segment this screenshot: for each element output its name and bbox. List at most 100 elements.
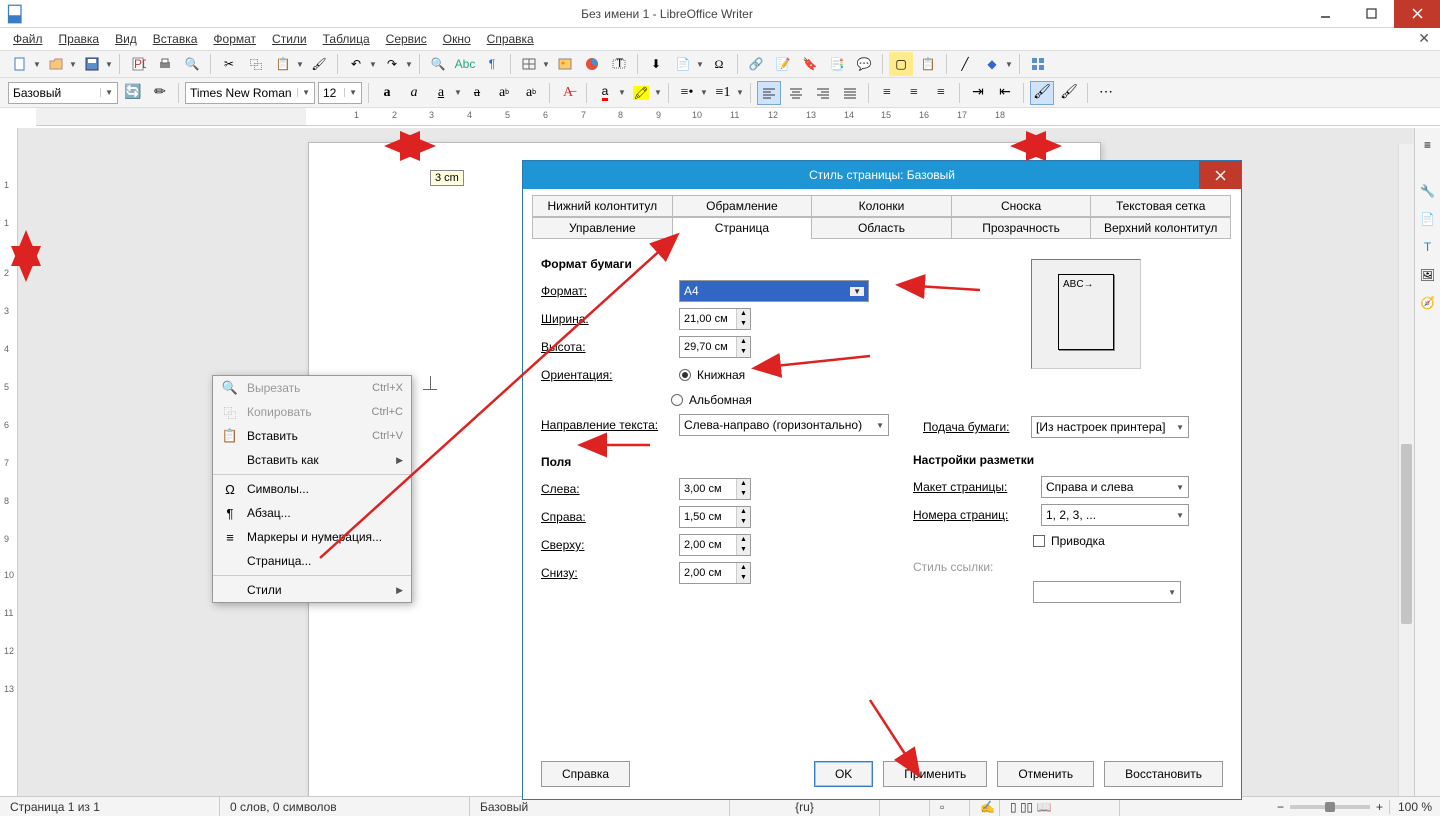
margin-left-spinner[interactable]: 3,00 см▲▼ [679,478,751,500]
zoom-percent[interactable]: 100 % [1389,800,1432,814]
status-page[interactable]: Страница 1 из 1 [0,797,220,816]
menu-format[interactable]: Формат [206,30,263,48]
dropdown-icon[interactable]: ▼ [1005,60,1013,69]
dropdown-icon[interactable]: ▼ [369,60,377,69]
strikethrough-icon[interactable]: a [465,81,489,105]
menu-edit[interactable]: Правка [52,30,107,48]
tab-transparency[interactable]: Прозрачность [951,217,1092,239]
height-spinner[interactable]: 29,70 см▲▼ [679,336,751,358]
tab-area[interactable]: Область [811,217,952,239]
formatting-marks-icon[interactable]: ¶ [480,52,504,76]
page-icon[interactable]: 📄 [1417,208,1439,230]
decrease-indent-icon[interactable]: ⇤ [993,81,1017,105]
help-button[interactable]: Справка [541,761,630,787]
font-color-icon[interactable]: a [593,81,617,105]
dropdown-icon[interactable]: ▼ [105,60,113,69]
dialog-title[interactable]: Стиль страницы: Базовый [523,161,1241,189]
tab-organizer[interactable]: Управление [532,217,673,239]
menu-styles[interactable]: Стили [265,30,314,48]
menu-table[interactable]: Таблица [316,30,377,48]
menu-file[interactable]: Файл [6,30,50,48]
styles-icon[interactable]: T [1417,236,1439,258]
close-document-icon[interactable]: ✕ [1418,30,1430,47]
ctx-cut[interactable]: 🔍ВырезатьCtrl+X [213,376,411,400]
undo-icon[interactable]: ↶ [344,52,368,76]
align-justify-icon[interactable] [838,81,862,105]
zoom-out-icon[interactable]: − [1277,800,1284,814]
paste-icon[interactable]: 📋 [271,52,295,76]
align-center-icon[interactable] [784,81,808,105]
open-icon[interactable] [44,52,68,76]
italic-icon[interactable]: a [402,81,426,105]
zoom-slider[interactable] [1290,805,1370,809]
ctx-copy[interactable]: ⿻КопироватьCtrl+C [213,400,411,424]
spellcheck-icon[interactable]: Abc [453,52,477,76]
menu-insert[interactable]: Вставка [146,30,205,48]
ctx-symbols[interactable]: ΩСимволы... [213,477,411,501]
tab-textgrid[interactable]: Текстовая сетка [1090,195,1231,217]
subscript-icon[interactable]: ab [519,81,543,105]
textdir-select[interactable]: Слева-направо (горизонтально)▼ [679,414,889,436]
find-replace-icon[interactable]: 🔍 [426,52,450,76]
ctx-paragraph[interactable]: ¶Абзац... [213,501,411,525]
dialog-close-icon[interactable] [1199,161,1241,189]
font-name-combo[interactable]: Times New Roman▼ [185,82,315,104]
line-spacing-15-icon[interactable]: ≡ [902,81,926,105]
highlight-icon[interactable]: 🖍 [629,81,653,105]
vertical-ruler[interactable]: 112 345 678 91011 1213 [0,128,18,796]
dropdown-icon[interactable]: ▼ [696,60,704,69]
cancel-button[interactable]: Отменить [997,761,1094,787]
shapes-icon[interactable]: ◆ [980,52,1004,76]
dropdown-icon[interactable]: ▼ [69,60,77,69]
clear-format-icon[interactable]: A̶ [556,81,580,105]
print-preview-icon[interactable]: 🔍 [180,52,204,76]
track-changes-icon[interactable]: 📋 [916,52,940,76]
menu-view[interactable]: Вид [108,30,144,48]
dropdown-icon[interactable]: ▼ [736,88,744,97]
menu-window[interactable]: Окно [436,30,478,48]
comment-icon[interactable]: 💬 [852,52,876,76]
textbox-icon[interactable]: T [607,52,631,76]
update-style-icon[interactable]: 🔄 [121,81,145,105]
image-icon[interactable] [553,52,577,76]
landscape-radio[interactable] [671,394,683,406]
ctx-page[interactable]: Страница... [213,549,411,573]
hyperlink-icon[interactable]: 🔗 [744,52,768,76]
align-right-icon[interactable] [811,81,835,105]
horizontal-ruler[interactable]: 123 456 789 101112 131415 161718 [36,108,1440,126]
cross-ref-icon[interactable]: 📑 [825,52,849,76]
navigator-icon[interactable]: 🧭 [1417,292,1439,314]
sidebar-settings-icon[interactable]: ≡ [1417,134,1439,156]
ctx-bullets[interactable]: ≡Маркеры и нумерация... [213,525,411,549]
ok-button[interactable]: OK [814,761,873,787]
register-checkbox[interactable] [1033,535,1045,547]
chart-icon[interactable] [580,52,604,76]
tab-page[interactable]: Страница [672,217,813,239]
dropdown-icon[interactable]: ▼ [654,88,662,97]
font-size-combo[interactable]: 12▼ [318,82,362,104]
tab-columns[interactable]: Колонки [811,195,952,217]
line-icon[interactable]: ╱ [953,52,977,76]
char-bg-icon[interactable]: 🖌 [1057,81,1081,105]
gallery-icon[interactable]: 🖼 [1417,264,1439,286]
status-words[interactable]: 0 слов, 0 символов [220,797,470,816]
dropdown-icon[interactable]: ▼ [618,88,626,97]
close-button[interactable] [1394,0,1440,28]
cut-icon[interactable]: ✂ [217,52,241,76]
field-icon[interactable]: 📄 [671,52,695,76]
tab-header[interactable]: Верхний колонтитул [1090,217,1231,239]
underline-icon[interactable]: a [429,81,453,105]
tab-footer[interactable]: Нижний колонтитул [532,195,673,217]
pagenum-select[interactable]: 1, 2, 3, ...▼ [1041,504,1189,526]
menu-tools[interactable]: Сервис [379,30,434,48]
minimize-button[interactable] [1302,0,1348,28]
paragraph-style-combo[interactable]: Базовый▼ [8,82,118,104]
line-spacing-2-icon[interactable]: ≡ [929,81,953,105]
apply-button[interactable]: Применить [883,761,987,787]
export-pdf-icon[interactable]: PDF [126,52,150,76]
print-icon[interactable] [153,52,177,76]
grid-icon[interactable] [1026,52,1050,76]
zoom-in-icon[interactable]: + [1376,800,1383,814]
vertical-scrollbar[interactable] [1398,144,1414,796]
dropdown-icon[interactable]: ▼ [542,60,550,69]
